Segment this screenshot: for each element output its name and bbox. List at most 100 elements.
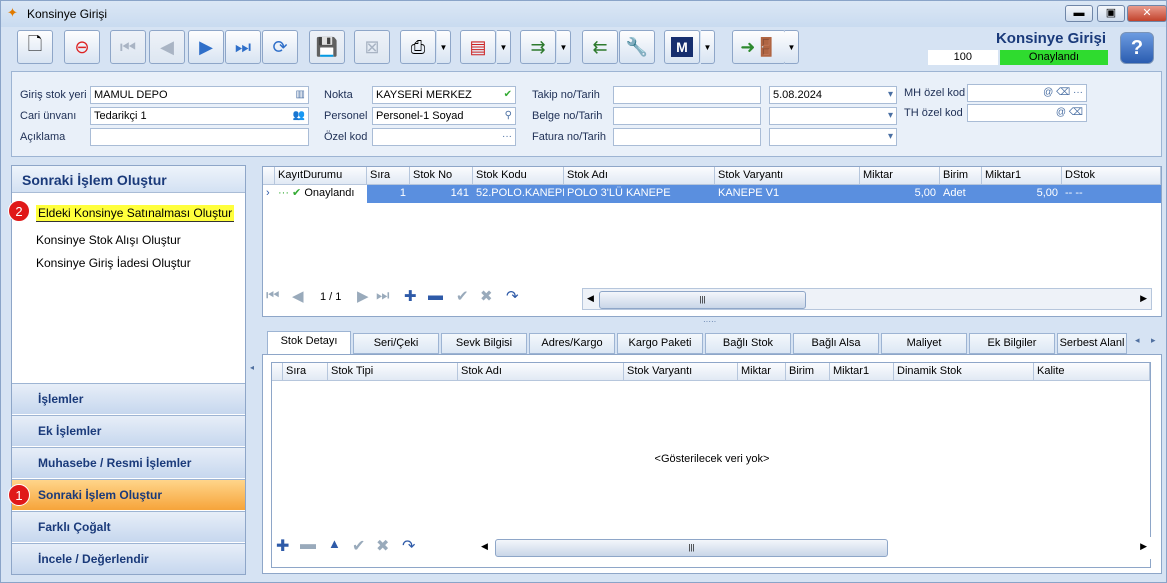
nav-ek-islemler[interactable]: Ek İşlemler: [12, 415, 245, 446]
check-icon[interactable]: ✔: [504, 87, 512, 103]
cancel-save-icon[interactable]: ⊠: [354, 30, 390, 64]
tab-serbest-alan[interactable]: Serbest Alanl: [1057, 333, 1127, 354]
scroll-thumb[interactable]: |||: [599, 291, 806, 309]
tab-scroll-left-icon[interactable]: ◂: [1135, 335, 1140, 346]
fatura-no-field[interactable]: [613, 128, 761, 146]
col-stok-no[interactable]: Stok No: [410, 167, 473, 185]
first-page-icon[interactable]: ⏮: [266, 287, 280, 304]
nav-muhasebe[interactable]: Muhasebe / Resmi İşlemler: [12, 447, 245, 478]
export-icon[interactable]: ⇉: [520, 30, 556, 64]
tab-sevk-bilgisi[interactable]: Sevk Bilgisi: [441, 333, 527, 354]
confirm-icon[interactable]: ✔: [456, 287, 469, 305]
takip-tarih-field[interactable]: 5.08.2024 ▾: [769, 86, 897, 104]
minimize-button[interactable]: ▬: [1065, 5, 1093, 22]
prev-page-icon[interactable]: ◀: [292, 287, 304, 305]
col-miktar[interactable]: Miktar: [860, 167, 940, 185]
chevron-down-icon[interactable]: ▾: [888, 129, 893, 145]
person-search-icon[interactable]: ⚲: [505, 108, 512, 124]
tab-adres-kargo[interactable]: Adres/Kargo: [529, 333, 615, 354]
last-page-icon[interactable]: ⏭: [376, 287, 390, 304]
people-icon[interactable]: 👥: [293, 108, 305, 124]
nav-incele[interactable]: İncele / Değerlendir: [12, 543, 245, 574]
col-stok-adi[interactable]: Stok Adı: [564, 167, 715, 185]
tab-bagli-alsa[interactable]: Bağlı Alsa: [793, 333, 879, 354]
m-module-button[interactable]: M: [664, 30, 700, 64]
chevron-down-icon[interactable]: ▾: [888, 87, 893, 103]
fatura-tarih-field[interactable]: ▾: [769, 128, 897, 146]
col2-stok-adi[interactable]: Stok Adı: [458, 363, 624, 381]
tab-maliyet[interactable]: Maliyet: [881, 333, 967, 354]
scroll-left-icon[interactable]: ◀: [587, 293, 594, 304]
add-row-icon[interactable]: ✚: [276, 536, 289, 556]
pdf-dropdown-icon[interactable]: ▼: [497, 30, 511, 64]
cancel-icon[interactable]: ✖: [376, 536, 389, 556]
panel-splitter[interactable]: ◂: [248, 165, 258, 575]
mh-ozel-kod-field[interactable]: @ ⌫ ···: [967, 84, 1087, 102]
exit-icon[interactable]: ➜🚪: [732, 30, 786, 64]
col2-stok-tipi[interactable]: Stok Tipi: [328, 363, 458, 381]
scroll-left-icon[interactable]: ◀: [481, 541, 488, 552]
nav-islemler[interactable]: İşlemler: [12, 383, 245, 414]
col2-miktar1[interactable]: Miktar1: [830, 363, 894, 381]
col-stok-kodu[interactable]: Stok Kodu: [473, 167, 564, 185]
scroll-thumb[interactable]: |||: [495, 539, 888, 557]
new-document-icon[interactable]: 🗋: [17, 30, 53, 64]
giris-stok-yeri-field[interactable]: MAMUL DEPO ▥: [90, 86, 309, 104]
delete-document-icon[interactable]: ⊖: [64, 30, 100, 64]
col-miktar1[interactable]: Miktar1: [982, 167, 1062, 185]
ellipsis-icon[interactable]: ···: [502, 129, 512, 145]
col-dstok[interactable]: DStok: [1062, 167, 1161, 185]
grid2-scrollbar[interactable]: ◀ ||| ▶: [477, 537, 1151, 559]
grid1-scrollbar[interactable]: ◀ ||| ▶: [582, 288, 1152, 310]
print-dropdown-icon[interactable]: ▼: [437, 30, 451, 64]
belge-no-field[interactable]: [613, 107, 761, 125]
confirm-icon[interactable]: ✔: [352, 536, 365, 556]
scroll-right-icon[interactable]: ▶: [1140, 293, 1147, 304]
belge-tarih-field[interactable]: ▾: [769, 107, 897, 125]
cari-unvani-field[interactable]: Tedarikçi 1 👥: [90, 107, 309, 125]
barcode-icon[interactable]: ▥: [296, 87, 305, 103]
help-icon[interactable]: ?: [1120, 32, 1154, 64]
export-dropdown-icon[interactable]: ▼: [557, 30, 571, 64]
tab-ek-bilgiler[interactable]: Ek Bilgiler: [969, 333, 1055, 354]
at-icon[interactable]: @ ⌫: [1056, 105, 1083, 121]
action-konsinye-stok-alisi[interactable]: Konsinye Stok Alışı Oluştur: [36, 233, 181, 247]
col2-dinamik-stok[interactable]: Dinamik Stok: [894, 363, 1034, 381]
save-icon[interactable]: 💾: [309, 30, 345, 64]
col2-sira[interactable]: Sıra: [283, 363, 328, 381]
pdf-icon[interactable]: ▤: [460, 30, 496, 64]
at-ellipsis-icon[interactable]: @ ⌫ ···: [1043, 85, 1083, 101]
remove-row-icon[interactable]: ▬: [428, 287, 443, 304]
col-kayit-durumu[interactable]: KayıtDurumu: [275, 167, 367, 185]
m-dropdown-icon[interactable]: ▼: [701, 30, 715, 64]
redo-icon[interactable]: ↷: [402, 536, 415, 556]
aciklama-field[interactable]: [90, 128, 309, 146]
table-row[interactable]: › ··· ✔ Onaylandı 1 141 52.POLO.KANEPE P…: [263, 185, 1161, 203]
tab-scroll-right-icon[interactable]: ▸: [1151, 335, 1156, 346]
tab-bagli-stok[interactable]: Bağlı Stok: [705, 333, 791, 354]
collapse-left-icon[interactable]: ◂: [250, 363, 254, 372]
import-icon[interactable]: ⇇: [582, 30, 618, 64]
next-record-icon[interactable]: ▶: [188, 30, 224, 64]
cancel-icon[interactable]: ✖: [480, 287, 493, 305]
col2-miktar[interactable]: Miktar: [738, 363, 786, 381]
tools-icon[interactable]: 🔧: [619, 30, 655, 64]
last-record-icon[interactable]: ⏭: [225, 30, 261, 64]
exit-dropdown-icon[interactable]: ▼: [785, 30, 799, 64]
col-birim[interactable]: Birim: [940, 167, 982, 185]
move-up-icon[interactable]: ▲: [328, 536, 341, 551]
col2-kalite[interactable]: Kalite: [1034, 363, 1150, 381]
action-eldeki-konsinye[interactable]: Eldeki Konsinye Satınalması Oluştur: [36, 205, 235, 222]
col2-birim[interactable]: Birim: [786, 363, 830, 381]
print-icon[interactable]: ⎙: [400, 30, 436, 64]
close-button[interactable]: ✕: [1127, 5, 1167, 22]
col-sira[interactable]: Sıra: [367, 167, 410, 185]
horizontal-splitter[interactable]: ·····: [703, 317, 716, 326]
maximize-button[interactable]: ▣: [1097, 5, 1125, 22]
tab-seri-ceki[interactable]: Seri/Çeki: [353, 333, 439, 354]
nav-sonraki-islem[interactable]: Sonraki İşlem Oluştur: [12, 479, 245, 510]
col-stok-varyanti[interactable]: Stok Varyantı: [715, 167, 860, 185]
add-row-icon[interactable]: ✚: [404, 287, 417, 305]
scroll-right-icon[interactable]: ▶: [1140, 541, 1147, 552]
next-page-icon[interactable]: ▶: [357, 287, 369, 305]
